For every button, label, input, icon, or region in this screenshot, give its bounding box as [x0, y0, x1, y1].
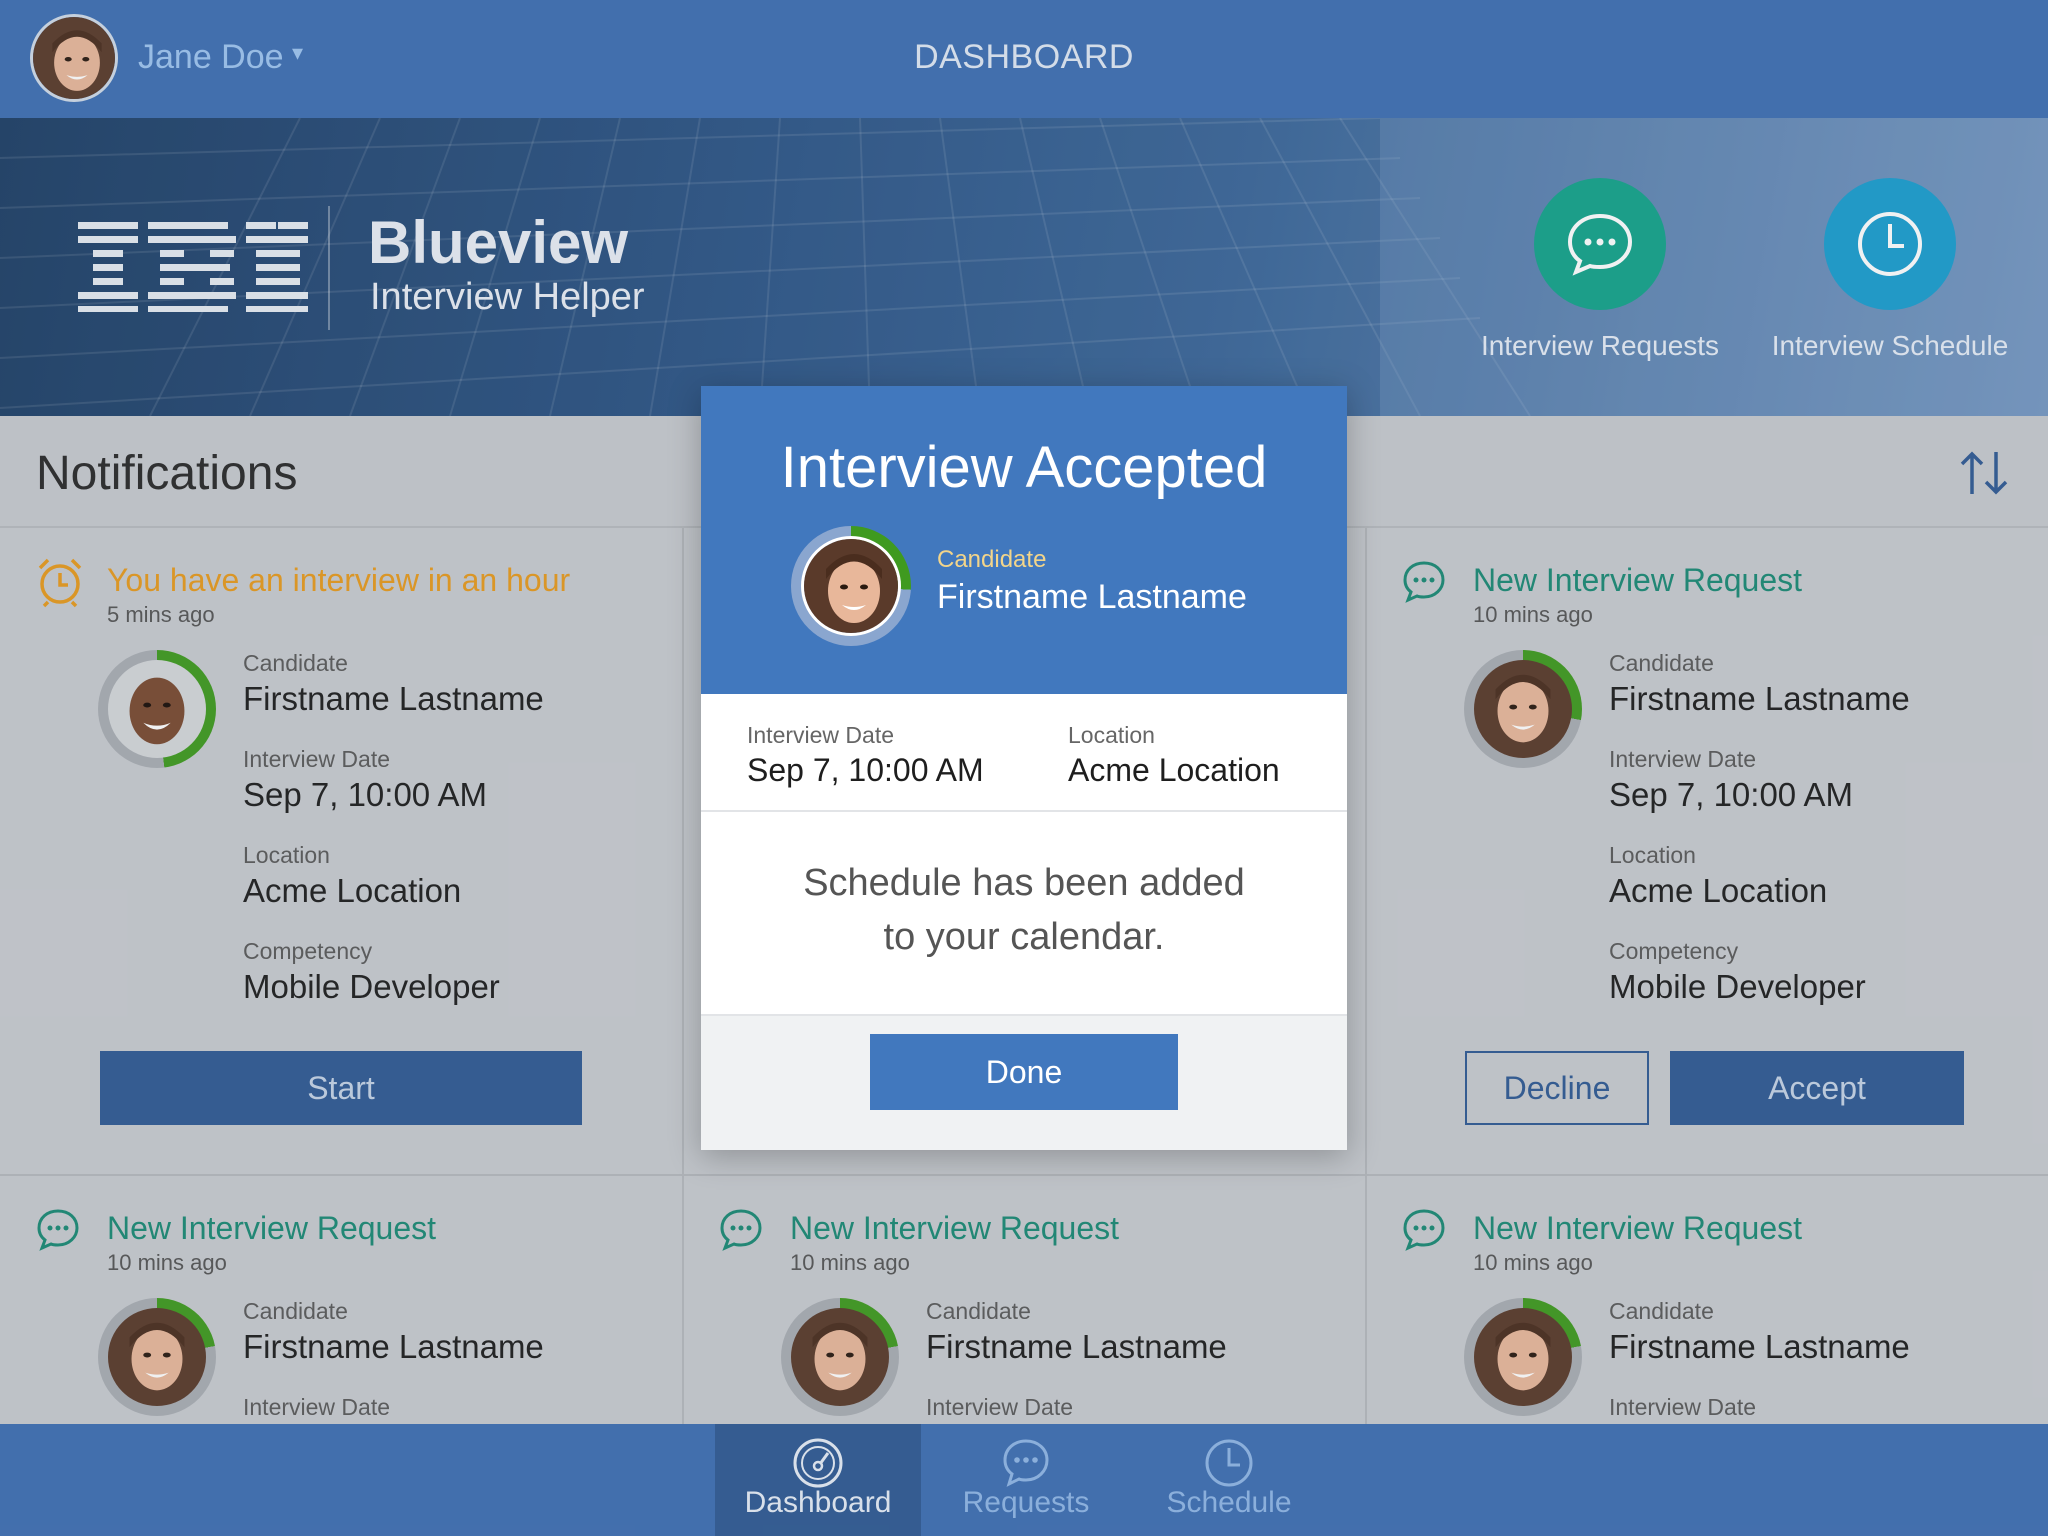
candidate-name: Firstname Lastname: [1609, 1328, 1910, 1365]
interview-date-label: Interview Date: [243, 1394, 391, 1420]
interview-date-label: Interview Date: [243, 746, 391, 772]
card-title: New Interview Request: [1473, 562, 1803, 598]
done-button[interactable]: Done: [870, 1034, 1178, 1110]
location: Acme Location: [243, 872, 462, 909]
top-bar: Jane Doe ▾ DASHBOARD: [0, 0, 2048, 118]
avatar: [781, 1298, 899, 1416]
candidate-label: Candidate: [1609, 1298, 1714, 1324]
chat-bubble-icon: [1534, 178, 1666, 310]
hero-divider: [328, 206, 330, 330]
interview-date-label: Interview Date: [1609, 746, 1757, 772]
candidate-name: Firstname Lastname: [926, 1328, 1227, 1365]
dialog-details: Interview Date Sep 7, 10:00 AM Location …: [701, 694, 1347, 812]
avatar: [1464, 1298, 1582, 1416]
brand-title: Blueview: [368, 209, 629, 276]
tab-schedule[interactable]: Schedule: [1131, 1424, 1327, 1536]
interview-date-label: Interview Date: [747, 722, 895, 748]
interview-requests-label: Interview Requests: [1480, 330, 1720, 361]
sort-arrows-icon[interactable]: [1956, 448, 2012, 498]
interview-date: Sep 7, 10:00 AM: [747, 752, 984, 788]
interview-requests-button[interactable]: Interview Requests: [1480, 178, 1720, 362]
brand-subtitle: Interview Helper: [370, 276, 645, 318]
candidate-label: Candidate: [926, 1298, 1031, 1324]
location-label: Location: [1609, 842, 1696, 868]
avatar: [98, 1298, 216, 1416]
tab-bar: Dashboard Requests Schedule: [0, 1424, 2048, 1536]
page-title: DASHBOARD: [914, 38, 1134, 76]
clock-icon: [1205, 1439, 1253, 1487]
candidate-label: Candidate: [243, 650, 348, 676]
tab-requests[interactable]: Requests: [921, 1424, 1131, 1536]
dialog-header: Interview Accepted Candidate Firstname L…: [701, 386, 1347, 694]
tab-requests-label: Requests: [962, 1486, 1090, 1519]
hero-banner: Blueview Interview Helper Interview Requ…: [0, 118, 2048, 416]
location: Acme Location: [1068, 752, 1280, 788]
candidate-label: Candidate: [937, 546, 1047, 573]
tab-dashboard-label: Dashboard: [744, 1486, 892, 1519]
card-title: New Interview Request: [790, 1210, 1120, 1246]
avatar: [98, 650, 216, 768]
chat-bubble-icon: [1403, 1209, 1445, 1251]
clock-icon: [1824, 178, 1956, 310]
competency-label: Competency: [243, 938, 373, 964]
interview-accepted-dialog: Interview Accepted Candidate Firstname L…: [701, 386, 1347, 1150]
decline-button[interactable]: Decline: [1465, 1051, 1649, 1125]
competency: Mobile Developer: [1609, 968, 1866, 1005]
chat-bubble-icon: [1003, 1439, 1049, 1487]
card-title: New Interview Request: [1473, 1210, 1803, 1246]
chat-bubble-icon: [37, 1209, 79, 1251]
dialog-title: Interview Accepted: [780, 435, 1268, 500]
dialog-footer: Done: [701, 1014, 1347, 1150]
interview-date-label: Interview Date: [1609, 1394, 1757, 1420]
avatar: [1464, 650, 1582, 768]
candidate-name: Firstname Lastname: [243, 1328, 544, 1365]
card-divider: [1365, 528, 1367, 1424]
candidate-label: Candidate: [1609, 650, 1714, 676]
location: Acme Location: [1609, 872, 1828, 909]
interview-schedule-label: Interview Schedule: [1771, 330, 2009, 361]
tab-dashboard[interactable]: Dashboard: [715, 1424, 921, 1536]
interview-schedule-button[interactable]: Interview Schedule: [1770, 178, 2010, 362]
ibm-logo: [78, 222, 308, 312]
speedometer-icon: [793, 1438, 843, 1488]
accept-button[interactable]: Accept: [1670, 1051, 1964, 1125]
card-time: 10 mins ago: [1473, 602, 1593, 627]
card-divider: [682, 528, 684, 1424]
card-time: 5 mins ago: [107, 602, 215, 627]
card-time: 10 mins ago: [790, 1250, 910, 1275]
avatar: [791, 526, 911, 646]
notifications-title: Notifications: [36, 447, 298, 500]
candidate-name: Firstname Lastname: [243, 680, 544, 717]
competency-label: Competency: [1609, 938, 1739, 964]
interview-date: Sep 7, 10:00 AM: [1609, 776, 1854, 813]
tab-schedule-label: Schedule: [1166, 1486, 1292, 1519]
candidate-name: Firstname Lastname: [937, 578, 1247, 616]
interview-date: Sep 7, 10:00 AM: [243, 776, 488, 813]
dialog-message-line2: to your calendar.: [883, 916, 1165, 958]
chat-bubble-icon: [720, 1209, 762, 1251]
card-title: You have an interview in an hour: [107, 562, 571, 598]
dialog-message: Schedule has been added to your calendar…: [701, 856, 1347, 964]
alarm-clock-icon: [38, 558, 82, 608]
competency: Mobile Developer: [243, 968, 500, 1005]
location-label: Location: [243, 842, 330, 868]
card-title: New Interview Request: [107, 1210, 437, 1246]
candidate-label: Candidate: [243, 1298, 348, 1324]
start-button[interactable]: Start: [100, 1051, 582, 1125]
interview-date-label: Interview Date: [926, 1394, 1074, 1420]
card-time: 10 mins ago: [1473, 1250, 1593, 1275]
chat-bubble-icon: [1403, 561, 1445, 603]
card-divider: [0, 1174, 2048, 1176]
dialog-message-line1: Schedule has been added: [803, 862, 1245, 904]
card-time: 10 mins ago: [107, 1250, 227, 1275]
candidate-name: Firstname Lastname: [1609, 680, 1910, 717]
location-label: Location: [1068, 722, 1155, 748]
